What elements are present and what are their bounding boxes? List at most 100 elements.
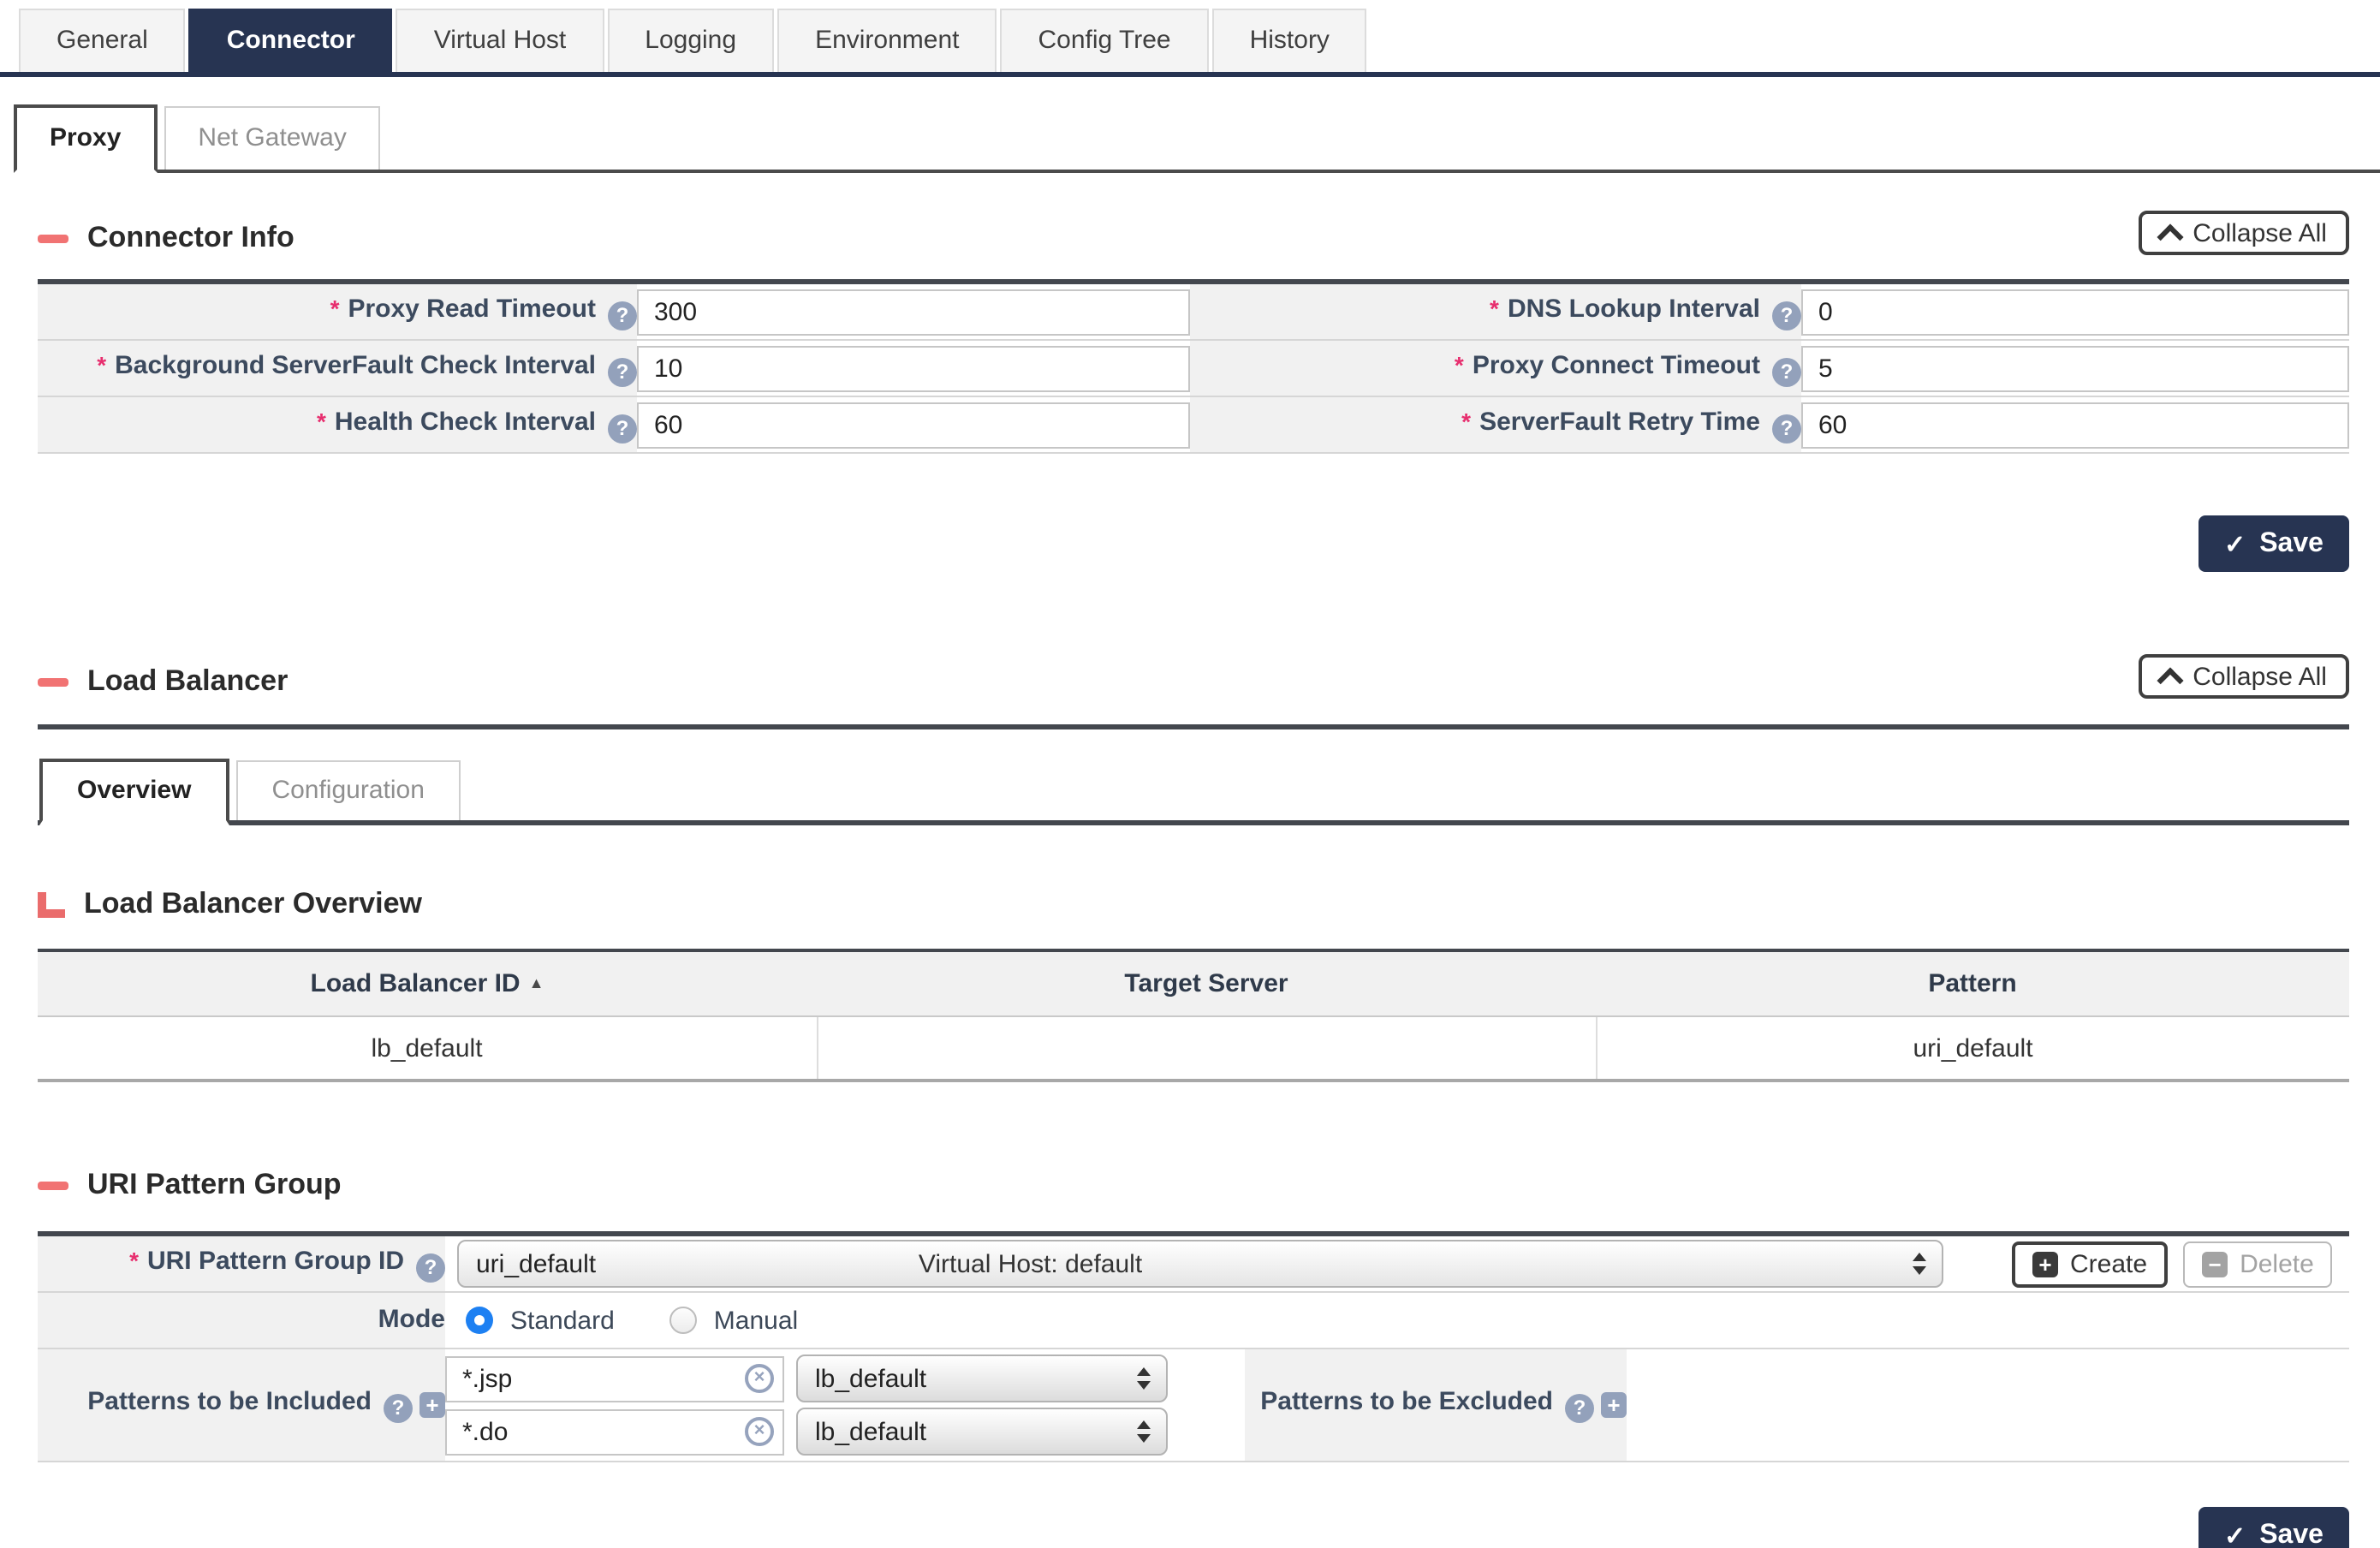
radio-standard[interactable] [466, 1307, 493, 1334]
clear-pattern-icon[interactable]: × [745, 1364, 774, 1393]
subsection-corner-icon [38, 891, 65, 917]
tab-overview[interactable]: Overview [39, 759, 229, 825]
section-divider [38, 724, 2349, 729]
create-button[interactable]: + Create [2012, 1241, 2168, 1287]
check-icon: ✓ [2224, 528, 2246, 559]
clear-pattern-icon[interactable]: × [745, 1417, 774, 1446]
add-pattern-icon[interactable]: + [1601, 1392, 1627, 1418]
tab-virtual-host[interactable]: Virtual Host [396, 9, 604, 72]
collapse-dash-icon[interactable] [38, 677, 68, 686]
background-serverfault-check-interval-input[interactable] [637, 345, 1190, 391]
check-icon: ✓ [2224, 1520, 2246, 1548]
uri-pattern-group-select[interactable]: uri_default Virtual Host: default [457, 1240, 1943, 1288]
table-header-row: Load Balancer ID ▲ Target Server Pattern [38, 950, 2349, 1016]
form-row: *Proxy Read Timeout? *DNS Lookup Interva… [38, 282, 2349, 340]
radio-manual-label[interactable]: Manual [714, 1306, 798, 1335]
help-icon[interactable]: ? [1772, 301, 1801, 330]
cell-pattern[interactable]: uri_default [1596, 1016, 2349, 1081]
chevron-up-icon [2157, 666, 2183, 693]
tab-logging[interactable]: Logging [607, 9, 774, 72]
serverfault-retry-time-label-cell: *ServerFault Retry Time? [1190, 396, 1801, 453]
field-label: Background ServerFault Check Interval [115, 350, 596, 379]
required-asterisk: * [97, 350, 106, 378]
delete-button[interactable]: − Delete [2183, 1241, 2333, 1287]
tab-history[interactable]: History [1212, 9, 1367, 72]
proxy-read-timeout-input[interactable] [637, 289, 1190, 335]
column-pattern[interactable]: Pattern [1596, 950, 2349, 1016]
help-icon[interactable]: ? [1565, 1394, 1594, 1423]
required-asterisk: * [317, 407, 326, 434]
select-stepper-icon [1137, 1367, 1151, 1390]
tab-config-tree[interactable]: Config Tree [1001, 9, 1209, 72]
save-label: Save [2259, 1520, 2323, 1548]
load-balancer-title: Load Balancer [87, 664, 288, 699]
tab-connector[interactable]: Connector [189, 9, 393, 72]
field-label: DNS Lookup Interval [1508, 294, 1760, 323]
connector-info-form: *Proxy Read Timeout? *DNS Lookup Interva… [38, 279, 2349, 454]
form-row: Mode Standard Manual [38, 1292, 2349, 1349]
load-balancer-collapse-all-button[interactable]: Collapse All [2138, 654, 2349, 699]
page: General Connector Virtual Host Logging E… [0, 0, 2380, 1548]
help-icon[interactable]: ? [1772, 414, 1801, 443]
sort-ascending-icon: ▲ [529, 974, 544, 991]
mode-label-cell: Mode [38, 1292, 445, 1349]
column-label: Load Balancer ID [311, 969, 521, 998]
column-label: Target Server [1124, 969, 1288, 998]
connector-info-title: Connector Info [87, 221, 295, 255]
health-check-interval-input[interactable] [637, 402, 1190, 448]
tab-net-gateway[interactable]: Net Gateway [164, 106, 380, 170]
connector-info-collapse-all-button[interactable]: Collapse All [2138, 211, 2349, 255]
connector-info-header: Connector Info Collapse All [38, 211, 2349, 265]
pattern-row: × lb_default [445, 1354, 1245, 1402]
mode-radio-group: Standard Manual [445, 1306, 2349, 1335]
serverfault-retry-time-input[interactable] [1801, 402, 2349, 448]
included-pattern-input-1[interactable] [445, 1355, 784, 1402]
cell-load-balancer-id[interactable]: lb_default [38, 1016, 817, 1081]
add-pattern-icon[interactable]: + [419, 1392, 445, 1418]
column-load-balancer-id[interactable]: Load Balancer ID ▲ [38, 950, 817, 1016]
help-icon[interactable]: ? [608, 357, 637, 386]
create-label: Create [2070, 1249, 2147, 1278]
collapse-dash-icon[interactable] [38, 1181, 68, 1189]
dns-lookup-interval-input[interactable] [1801, 289, 2349, 335]
required-asterisk: * [1455, 350, 1464, 378]
tab-configuration[interactable]: Configuration [235, 760, 460, 820]
required-asterisk: * [1461, 407, 1471, 434]
required-asterisk: * [1490, 294, 1499, 321]
help-icon[interactable]: ? [608, 414, 637, 443]
radio-manual[interactable] [669, 1307, 697, 1334]
cell-target-server[interactable] [817, 1016, 1596, 1081]
collapse-all-label: Collapse All [2193, 662, 2327, 691]
connector-info-save-button[interactable]: ✓ Save [2199, 515, 2349, 572]
selected-value: lb_default [815, 1417, 926, 1446]
uri-pattern-group-header: URI Pattern Group [38, 1158, 2349, 1212]
column-target-server[interactable]: Target Server [817, 950, 1596, 1016]
column-label: Pattern [1928, 969, 2016, 998]
proxy-connect-timeout-input[interactable] [1801, 345, 2349, 391]
uri-pattern-group-save-button[interactable]: ✓ Save [2199, 1507, 2349, 1548]
field-label: Patterns to be Included [87, 1387, 372, 1416]
table-row[interactable]: lb_default uri_default [38, 1016, 2349, 1081]
help-icon[interactable]: ? [416, 1253, 445, 1282]
help-icon[interactable]: ? [608, 301, 637, 330]
background-serverfault-check-interval-label-cell: * Background ServerFault Check Interval? [38, 340, 637, 396]
form-row: *Background ServerFault Check Interval? … [38, 340, 2349, 396]
proxy-connect-timeout-label-cell: *Proxy Connect Timeout? [1190, 340, 1801, 396]
collapse-dash-icon[interactable] [38, 234, 68, 242]
patterns-excluded-label-cell: Patterns to be Excluded?+ [1245, 1349, 1627, 1462]
load-balancer-overview-header: Load Balancer Overview [38, 877, 2349, 932]
included-pattern-input-2[interactable] [445, 1408, 784, 1455]
included-pattern-lb-select-2[interactable]: lb_default [796, 1408, 1168, 1456]
select-stepper-icon [1913, 1253, 1926, 1275]
help-icon[interactable]: ? [384, 1394, 413, 1423]
tab-environment[interactable]: Environment [777, 9, 997, 72]
selected-value: lb_default [815, 1364, 926, 1393]
help-icon[interactable]: ? [1772, 357, 1801, 386]
radio-standard-label[interactable]: Standard [510, 1306, 615, 1335]
uri-pattern-group-id-label-cell: *URI Pattern Group ID? [38, 1234, 445, 1292]
tab-proxy[interactable]: Proxy [14, 104, 157, 173]
main-tab-bar: General Connector Virtual Host Logging E… [0, 0, 2380, 77]
included-pattern-lb-select-1[interactable]: lb_default [796, 1354, 1168, 1402]
form-row: *URI Pattern Group ID? uri_default Virtu… [38, 1234, 2349, 1292]
tab-general[interactable]: General [19, 9, 186, 72]
